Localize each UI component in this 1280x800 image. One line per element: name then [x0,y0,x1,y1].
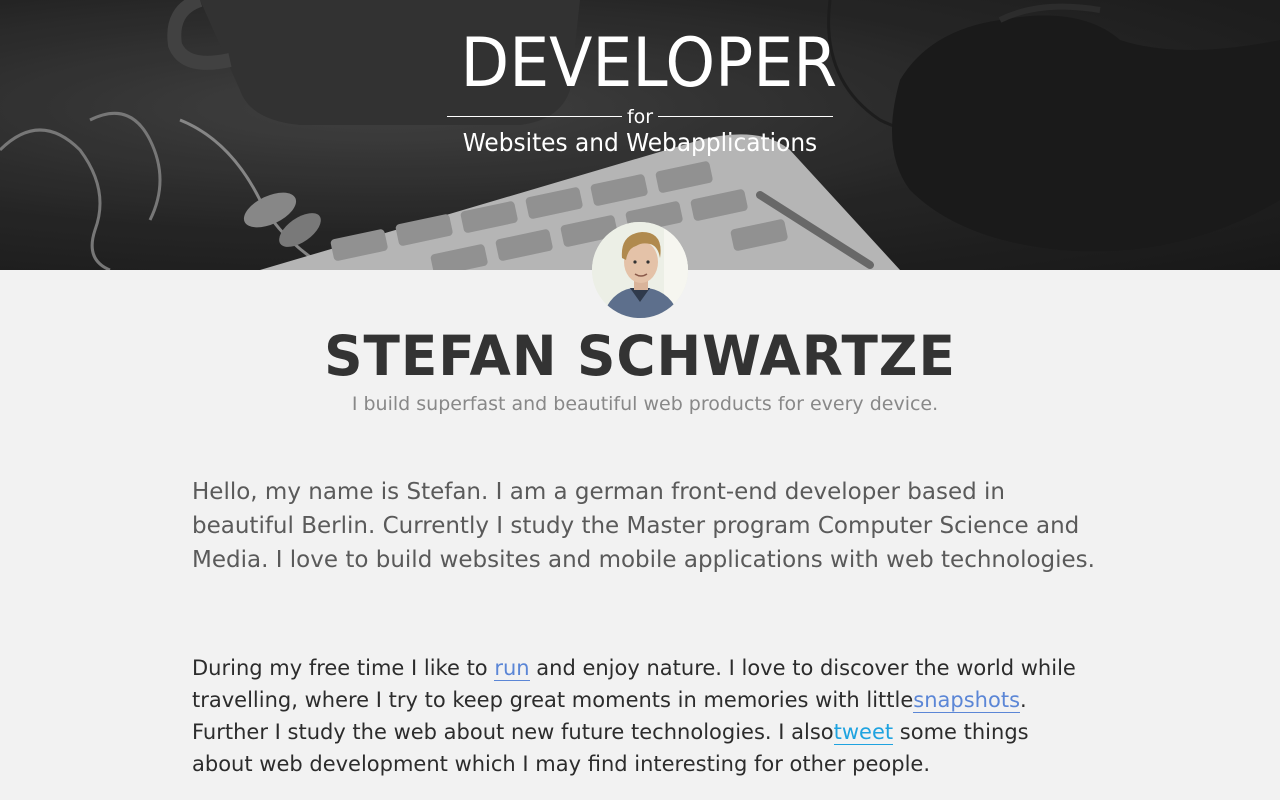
avatar-portrait [592,222,688,318]
hero-title-block: DEVELOPER for Websites and Webapplicatio… [447,24,838,160]
hero-title: DEVELOPER [460,24,838,103]
free-time-text-1: During my free time I like to [192,656,495,680]
divider-line-right [658,116,833,117]
free-time-paragraph: During my free time I like to run and en… [192,652,1092,780]
run-link[interactable]: run [494,656,530,681]
profile-tagline: I build superfast and beautiful web prod… [351,393,939,415]
profile-name: STEFAN SCHWARTZE [324,324,956,388]
avatar [592,222,688,318]
snapshots-link[interactable]: snapshots [913,688,1021,713]
intro-paragraph: Hello, my name is Stefan. I am a german … [192,479,1095,573]
tweet-link[interactable]: tweet [833,720,894,745]
hero-subtitle: Websites and Webapplications [462,128,818,157]
